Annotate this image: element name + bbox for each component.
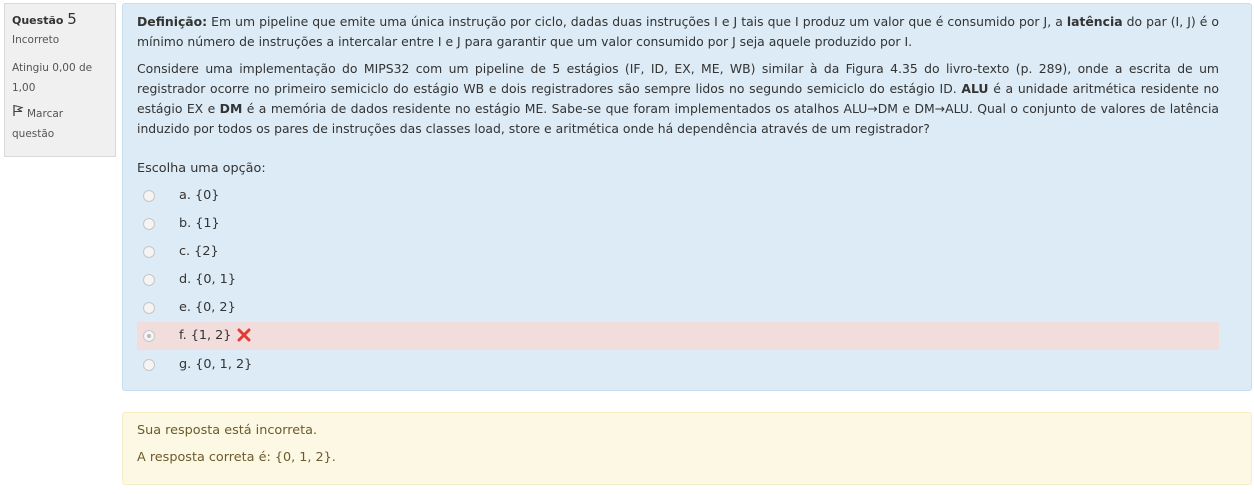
question-state: Incorreto (12, 34, 60, 46)
option-c-label[interactable]: c. {2} (179, 244, 219, 259)
question-content: Definição: Em um pipeline que emite uma … (122, 3, 1252, 391)
definition-text-1: Em um pipeline que emite uma única instr… (207, 14, 1067, 29)
question-number: Questão 5 (12, 10, 115, 28)
flag-label-1[interactable]: Marcar (27, 108, 63, 120)
dm-term: DM (219, 101, 243, 116)
flag-icon (12, 104, 24, 124)
radio-e[interactable] (143, 302, 155, 314)
question-info-panel: Questão 5 Incorreto Atingiu 0,00 de 1,00… (4, 3, 116, 157)
radio-g[interactable] (143, 359, 155, 371)
question-text-3: é a memória de dados residente no estági… (137, 101, 1219, 136)
option-e[interactable]: e. {0, 2} (137, 294, 1219, 322)
option-f-label-wrap[interactable]: f. {1, 2} (179, 328, 251, 346)
option-g-label[interactable]: g. {0, 1, 2} (179, 357, 252, 372)
question-number-value: 5 (67, 10, 77, 28)
option-g[interactable]: g. {0, 1, 2} (137, 351, 1219, 379)
option-b[interactable]: b. {1} (137, 210, 1219, 238)
option-e-label[interactable]: e. {0, 2} (179, 300, 236, 315)
option-a-label[interactable]: a. {0} (179, 188, 219, 203)
definition-label: Definição: (137, 14, 208, 29)
question-text: Considere uma implementação do MIPS32 co… (137, 59, 1219, 139)
option-f[interactable]: f. {1, 2} (137, 322, 1219, 350)
radio-c[interactable] (143, 246, 155, 258)
feedback-correct-answer: A resposta correta é: {0, 1, 2}. (137, 450, 336, 465)
option-c[interactable]: c. {2} (137, 238, 1219, 266)
option-f-label[interactable]: f. {1, 2} (179, 328, 231, 343)
radio-d[interactable] (143, 274, 155, 286)
latency-term: latência (1066, 14, 1123, 29)
feedback-panel: Sua resposta está incorreta. A resposta … (122, 412, 1252, 485)
radio-f[interactable] (143, 330, 155, 342)
radio-b[interactable] (143, 218, 155, 230)
question-definition: Definição: Em um pipeline que emite uma … (137, 12, 1219, 52)
option-d[interactable]: d. {0, 1} (137, 266, 1219, 294)
option-b-label[interactable]: b. {1} (179, 216, 220, 231)
option-d-label[interactable]: d. {0, 1} (179, 272, 236, 287)
question-label: Questão (12, 14, 64, 27)
option-a[interactable]: a. {0} (137, 182, 1219, 210)
answer-prompt: Escolha uma opção: (137, 161, 266, 176)
grade-line1: Atingiu 0,00 de (12, 62, 93, 74)
grade-line2: 1,00 (12, 82, 36, 94)
flag-question-link[interactable]: Marcar (12, 104, 115, 124)
flag-label-2[interactable]: questão (12, 124, 115, 144)
feedback-incorrect: Sua resposta está incorreta. (137, 423, 318, 438)
radio-a[interactable] (143, 190, 155, 202)
incorrect-x-icon (237, 328, 251, 346)
alu-term: ALU (961, 81, 989, 96)
